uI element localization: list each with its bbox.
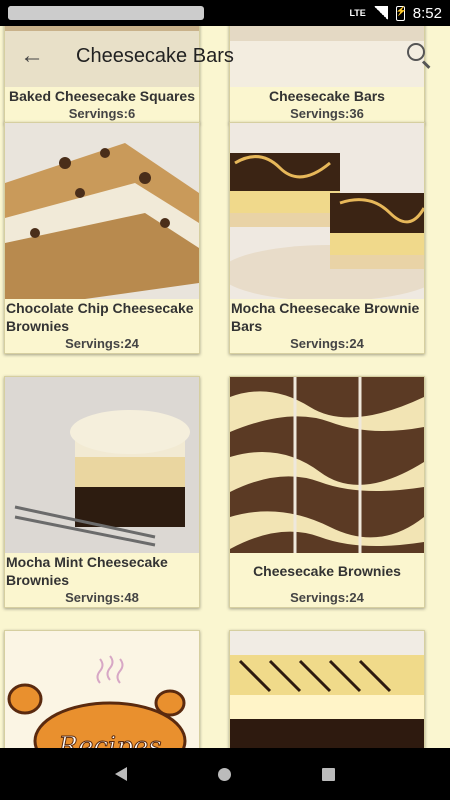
- navigation-bar: [0, 748, 450, 800]
- recipe-logo-photo: Recipes: [5, 631, 199, 748]
- recipe-title: Baked Cheesecake Squares: [9, 88, 195, 104]
- signal-icon: [373, 6, 388, 20]
- toolbar-title: Cheesecake Bars: [76, 44, 234, 67]
- recipe-title: Mocha Mint Cheesecake Brownies: [6, 554, 168, 588]
- recipe-card[interactable]: Mocha Mint Cheesecake Brownies Servings:…: [4, 376, 200, 608]
- recipe-card[interactable]: [229, 630, 425, 748]
- recipe-servings: Servings:36: [290, 106, 364, 121]
- network-type: LTE: [349, 8, 366, 18]
- search-lens: [407, 43, 425, 61]
- recipe-servings: Servings:48: [65, 590, 139, 605]
- recipe-grid[interactable]: Baked Cheesecake Squares Servings:6 Chee…: [0, 26, 450, 748]
- search-icon[interactable]: [404, 41, 434, 71]
- recipe-servings: Servings:24: [290, 590, 364, 605]
- nav-home-icon[interactable]: [217, 767, 231, 781]
- recipe-card[interactable]: Cheesecake Brownies Servings:24: [229, 376, 425, 608]
- recipe-servings: Servings:24: [65, 336, 139, 351]
- toolbar: ← Cheesecake Bars: [0, 26, 450, 86]
- recipe-card[interactable]: Mocha Cheesecake Brownie Bars Servings:2…: [229, 122, 425, 354]
- recipe-card[interactable]: Chocolate Chip Cheesecake Brownies Servi…: [4, 122, 200, 354]
- recipe-photo: [5, 123, 199, 299]
- recipe-title: Cheesecake Brownies: [253, 563, 401, 579]
- nav-back-icon[interactable]: [115, 767, 128, 781]
- recipe-photo: [230, 631, 424, 748]
- recipe-photo: [5, 377, 199, 553]
- back-arrow-icon[interactable]: ←: [14, 38, 50, 74]
- sd-card-icon: [8, 6, 204, 20]
- recipe-servings: Servings:24: [290, 336, 364, 351]
- recipe-photo: [230, 377, 424, 553]
- recipe-title: Cheesecake Bars: [269, 88, 385, 104]
- recipe-servings: Servings:6: [68, 106, 136, 121]
- clock: 8:52: [412, 4, 442, 22]
- recipe-card[interactable]: Recipes: [4, 630, 200, 748]
- search-handle: [421, 60, 431, 69]
- recipe-title: Mocha Cheesecake Brownie Bars: [231, 300, 420, 334]
- recipes-logo-text: Recipes: [57, 732, 161, 748]
- battery-charging-icon: [395, 5, 407, 21]
- status-bar: LTE 8:52: [0, 0, 450, 26]
- nav-recents-icon[interactable]: [321, 767, 335, 781]
- recipe-title: Chocolate Chip Cheesecake Brownies: [6, 300, 194, 334]
- recipe-photo: [230, 123, 424, 299]
